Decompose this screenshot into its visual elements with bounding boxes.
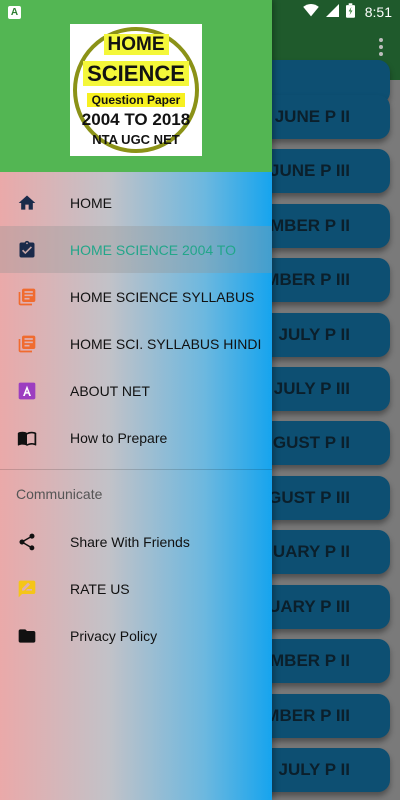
menu-item-syllabus[interactable]: HOME SCIENCE SYLLABUS	[0, 273, 272, 320]
letter-a-icon	[16, 380, 38, 402]
menu-item-label: HOME SCI. SYLLABUS HINDI	[70, 335, 262, 352]
open-book-icon	[16, 427, 38, 449]
menu-item-label: HOME	[70, 194, 112, 211]
status-time: 8:51	[364, 4, 392, 20]
menu-item-rate-us[interactable]: RATE US	[0, 565, 272, 612]
menu-item-home-science-papers[interactable]: HOME SCIENCE 2004 TO	[0, 226, 272, 273]
notification-icon: A	[8, 5, 21, 19]
section-title-communicate: Communicate	[16, 486, 103, 502]
menu-item-syllabus-hindi[interactable]: HOME SCI. SYLLABUS HINDI	[0, 320, 272, 367]
navigation-drawer: HOME SCIENCE Question Paper 2004 TO 2018…	[0, 0, 272, 800]
menu-item-label: HOME SCIENCE 2004 TO	[70, 241, 236, 258]
status-bar: A 8:51	[0, 0, 400, 24]
document-icon	[16, 286, 38, 308]
overflow-menu-icon[interactable]	[378, 38, 384, 56]
menu-item-privacy-policy[interactable]: Privacy Policy	[0, 612, 272, 659]
menu-item-home[interactable]: HOME	[0, 179, 272, 226]
menu-item-about-net[interactable]: ABOUT NET	[0, 367, 272, 414]
logo-line-home: HOME	[70, 34, 202, 56]
wifi-icon	[302, 4, 319, 20]
logo-line-years: 2004 TO 2018	[81, 110, 191, 129]
signal-icon	[325, 4, 339, 20]
share-icon	[16, 531, 38, 553]
logo-line-science: SCIENCE	[70, 61, 202, 87]
logo-line-question-paper: Question Paper	[70, 93, 202, 107]
drawer-menu: HOME HOME SCIENCE 2004 TO HOME SCIENCE S…	[0, 172, 272, 659]
menu-item-label: How to Prepare	[70, 429, 168, 446]
menu-item-label: Privacy Policy	[70, 627, 158, 644]
menu-item-label: RATE US	[70, 580, 130, 597]
home-icon	[16, 192, 38, 214]
folder-icon	[16, 625, 38, 647]
menu-item-share[interactable]: Share With Friends	[0, 518, 272, 565]
rate-icon	[16, 578, 38, 600]
logo-line-exam: NTA UGC NET	[92, 132, 180, 147]
document-icon	[16, 333, 38, 355]
app-logo: HOME SCIENCE Question Paper 2004 TO 2018…	[70, 24, 202, 156]
battery-icon	[345, 3, 355, 21]
menu-item-label: Share With Friends	[70, 533, 190, 550]
menu-item-how-to-prepare[interactable]: How to Prepare	[0, 414, 272, 461]
assignment-check-icon	[16, 239, 38, 261]
menu-item-label: ABOUT NET	[70, 382, 150, 399]
menu-item-label: HOME SCIENCE SYLLABUS	[70, 288, 255, 305]
drawer-header: HOME SCIENCE Question Paper 2004 TO 2018…	[0, 0, 272, 172]
